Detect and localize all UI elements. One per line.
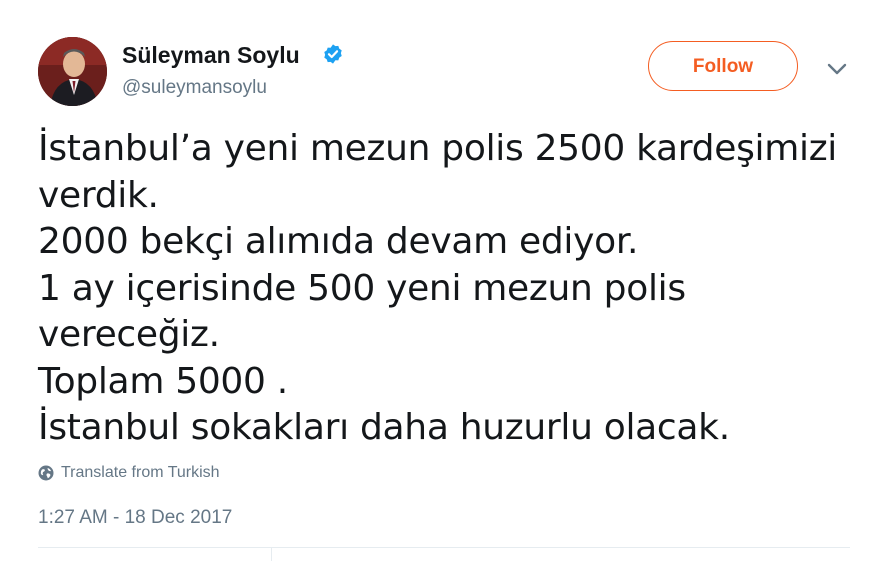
display-name[interactable]: Süleyman Soylu bbox=[122, 42, 300, 69]
divider bbox=[271, 547, 272, 561]
tweet-line: 1 ay içerisinde 500 yeni mezun polis bbox=[38, 267, 686, 309]
tweet-line: İstanbul sokakları daha huzurlu olacak. bbox=[38, 407, 730, 448]
avatar-photo-icon bbox=[38, 37, 107, 106]
tweet-timestamp[interactable]: 1:27 AM - 18 Dec 2017 bbox=[38, 507, 232, 529]
follow-button[interactable]: Follow bbox=[648, 41, 798, 91]
chevron-down-icon[interactable] bbox=[826, 60, 848, 78]
tweet-line: 2000 bekçi alımıda devam ediyor. bbox=[38, 221, 639, 262]
translate-label[interactable]: Translate from Turkish bbox=[61, 464, 220, 482]
avatar[interactable] bbox=[38, 37, 107, 106]
globe-icon bbox=[38, 465, 54, 481]
tweet-line: Toplam 5000 . bbox=[38, 360, 288, 402]
verified-badge-icon bbox=[324, 44, 342, 64]
tweet-card: Süleyman Soylu @suleymansoylu Follow İst… bbox=[0, 0, 890, 561]
tweet-line: vereceğiz. bbox=[38, 314, 220, 355]
translate-link[interactable]: Translate from Turkish bbox=[38, 463, 220, 483]
tweet-text: İstanbul’a yeni mezun polis 2500 kardeşi… bbox=[38, 126, 858, 452]
tweet-line: İstanbul’a yeni mezun polis 2500 kardeşi… bbox=[38, 128, 837, 169]
user-handle[interactable]: @suleymansoylu bbox=[122, 77, 267, 99]
tweet-line: verdik. bbox=[38, 174, 159, 216]
divider bbox=[38, 547, 850, 548]
